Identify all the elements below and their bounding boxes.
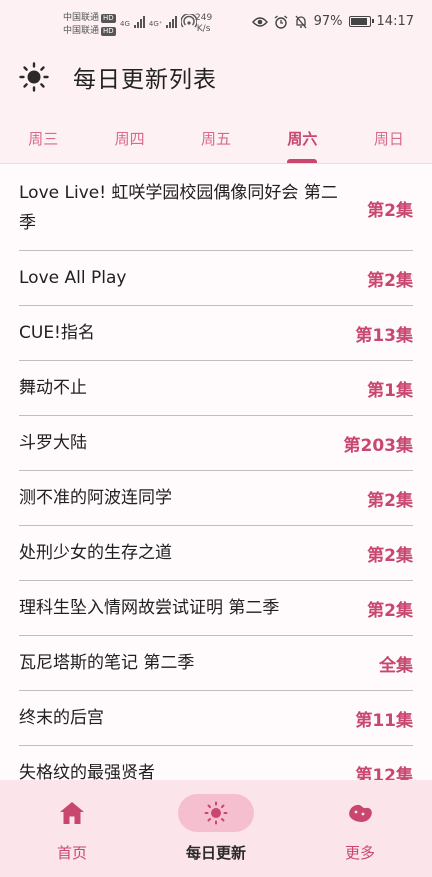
anime-title: 舞动不止 [19, 378, 87, 398]
carrier-1: 中国联通 [63, 13, 100, 23]
hd-badge: HD [101, 27, 116, 36]
bottom-navigation: 首页 每日更新 更多 [0, 780, 432, 877]
signal-icons: 4G 4G⁺ [120, 14, 198, 28]
page-title: 每日更新列表 [73, 67, 217, 93]
nav-more-label: 更多 [344, 844, 375, 862]
anime-title: 瓦尼塔斯的笔记 第二季 [19, 653, 195, 673]
carrier-2: 中国联通 [63, 26, 100, 36]
anime-title: CUE!指名 [19, 323, 95, 343]
list-item[interactable]: 瓦尼塔斯的笔记 第二季 全集 [19, 636, 413, 691]
nav-daily-update[interactable]: 每日更新 [144, 780, 288, 877]
anime-title: 处刑少女的生存之道 [19, 543, 172, 563]
nav-home[interactable]: 首页 [0, 780, 144, 877]
sun-icon[interactable] [19, 62, 49, 92]
anime-title: 理科生坠入情网故尝试证明 第二季 [19, 598, 280, 618]
episode-label: 第2集 [367, 600, 413, 621]
app-bar: 每日更新列表 [0, 50, 432, 102]
episode-label: 第2集 [367, 270, 413, 291]
list-item[interactable]: Love Live! 虹咲学园校园偶像同好会 第二季 第2集 [19, 166, 413, 251]
anime-title: 终末的后宫 [19, 708, 104, 728]
anime-title: 斗罗大陆 [19, 433, 87, 453]
carrier-info: 中国联通 HD 中国联通 HD [63, 12, 116, 38]
alarm-icon [274, 14, 288, 29]
status-right: 97% 14:17 [251, 14, 414, 29]
home-icon [60, 802, 84, 824]
weekday-tabs: 周三 周四 周五 周六 周日 [0, 102, 432, 164]
list-item[interactable]: 理科生坠入情网故尝试证明 第二季 第2集 [19, 581, 413, 636]
signal-icon [166, 16, 178, 28]
mute-bell-icon [295, 15, 307, 28]
anime-title: Love Live! 虹咲学园校园偶像同好会 第二季 [19, 183, 338, 233]
signal-icon [133, 16, 145, 28]
eye-icon [251, 16, 268, 27]
list-item[interactable]: 终末的后宫 第11集 [19, 691, 413, 746]
update-list[interactable]: Love Live! 虹咲学园校园偶像同好会 第二季 第2集 Love All … [0, 166, 432, 780]
episode-label: 第203集 [343, 435, 414, 456]
network-speed: 249 K/s [195, 13, 212, 35]
episode-label: 第2集 [367, 200, 413, 221]
nav-home-label: 首页 [56, 844, 87, 862]
network-type-1: 4G [120, 20, 130, 28]
nav-daily-update-label: 每日更新 [185, 844, 246, 862]
battery-percent: 97% [313, 14, 343, 29]
tab-sunday[interactable]: 周日 [346, 102, 432, 163]
nav-more[interactable]: 更多 [288, 780, 432, 877]
episode-label: 全集 [379, 655, 413, 676]
tab-friday[interactable]: 周五 [173, 102, 259, 163]
list-item[interactable]: 处刑少女的生存之道 第2集 [19, 526, 413, 581]
battery-icon [348, 16, 374, 27]
episode-label: 第13集 [355, 325, 413, 346]
list-item[interactable]: 测不准的阿波连同学 第2集 [19, 471, 413, 526]
list-item[interactable]: CUE!指名 第13集 [19, 306, 413, 361]
episode-label: 第12集 [355, 765, 413, 781]
clock: 14:17 [376, 14, 414, 29]
speed-unit: K/s [196, 24, 211, 34]
list-item[interactable]: Love All Play 第2集 [19, 251, 413, 306]
nav-icon-wrap [322, 794, 398, 832]
network-type-2: 4G⁺ [148, 20, 163, 28]
hd-badge: HD [101, 14, 116, 23]
tab-thursday[interactable]: 周四 [86, 102, 172, 163]
anime-title: 测不准的阿波连同学 [19, 488, 172, 508]
speed-value: 249 [195, 13, 213, 23]
list-item[interactable]: 斗罗大陆 第203集 [19, 416, 413, 471]
tab-saturday[interactable]: 周六 [259, 102, 345, 163]
episode-label: 第2集 [367, 545, 413, 566]
bean-icon [349, 804, 372, 822]
sun-icon [204, 801, 228, 825]
episode-label: 第1集 [367, 380, 413, 401]
tab-wednesday[interactable]: 周三 [0, 102, 86, 163]
list-item[interactable]: 失格纹的最强贤者 第12集 [19, 746, 413, 780]
nav-icon-wrap [34, 794, 110, 832]
episode-label: 第11集 [355, 710, 413, 731]
episode-label: 第2集 [367, 490, 413, 511]
anime-title: 失格纹的最强贤者 [19, 763, 155, 780]
status-bar: 中国联通 HD 中国联通 HD 4G 4G⁺ 249 K/s 97% 14:17 [0, 0, 432, 50]
list-item[interactable]: 舞动不止 第1集 [19, 361, 413, 416]
nav-icon-wrap [178, 794, 254, 832]
anime-title: Love All Play [19, 268, 127, 288]
